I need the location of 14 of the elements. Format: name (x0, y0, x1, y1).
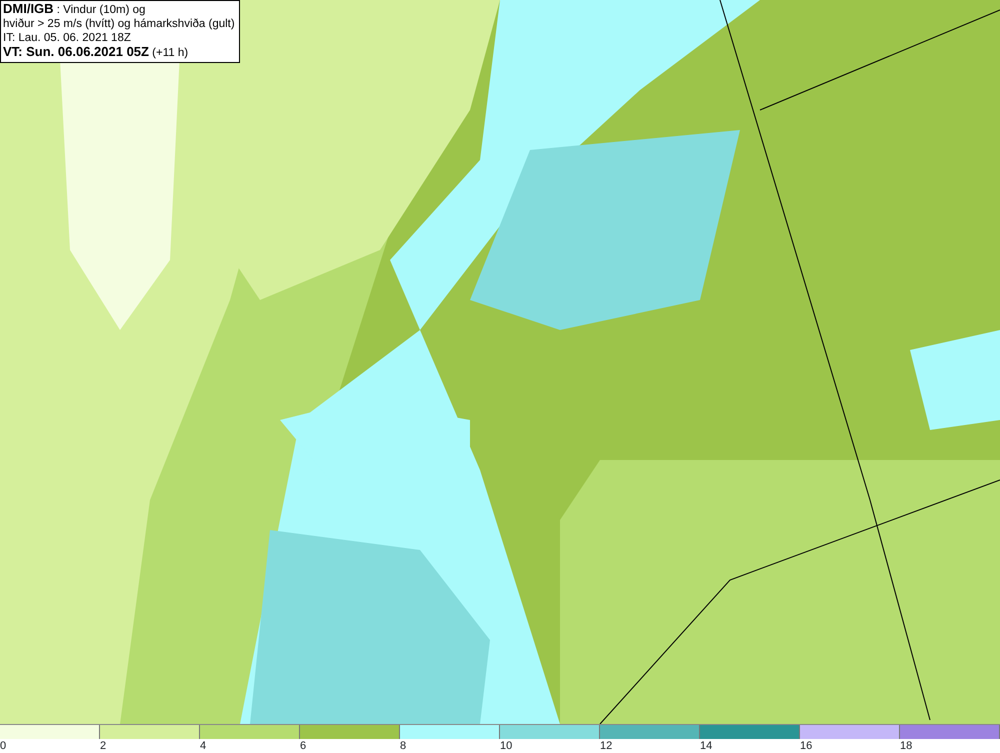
legend-label: 0 (0, 740, 6, 752)
legend-label: 8 (400, 740, 406, 752)
legend-label: 18 (900, 740, 912, 752)
legend-label: 16 (800, 740, 812, 752)
title-line: hviður > 25 m/s (hvítt) og hámarkshviða (gult) (3, 17, 235, 31)
legend-label: 10 (500, 740, 512, 752)
legend-label: 2 (100, 740, 106, 752)
legend-label: 12 (600, 740, 612, 752)
title-line: DMI/IGB : Vindur (10m) og (3, 2, 146, 17)
legend-label: 14 (700, 740, 712, 752)
title-line: VT: Sun. 06.06.2021 05Z (+11 h) (3, 45, 190, 60)
title-line: IT: Lau. 05. 06. 2021 18Z (3, 31, 132, 45)
legend-label: 4 (200, 740, 206, 752)
legend-label: 6 (300, 740, 306, 752)
